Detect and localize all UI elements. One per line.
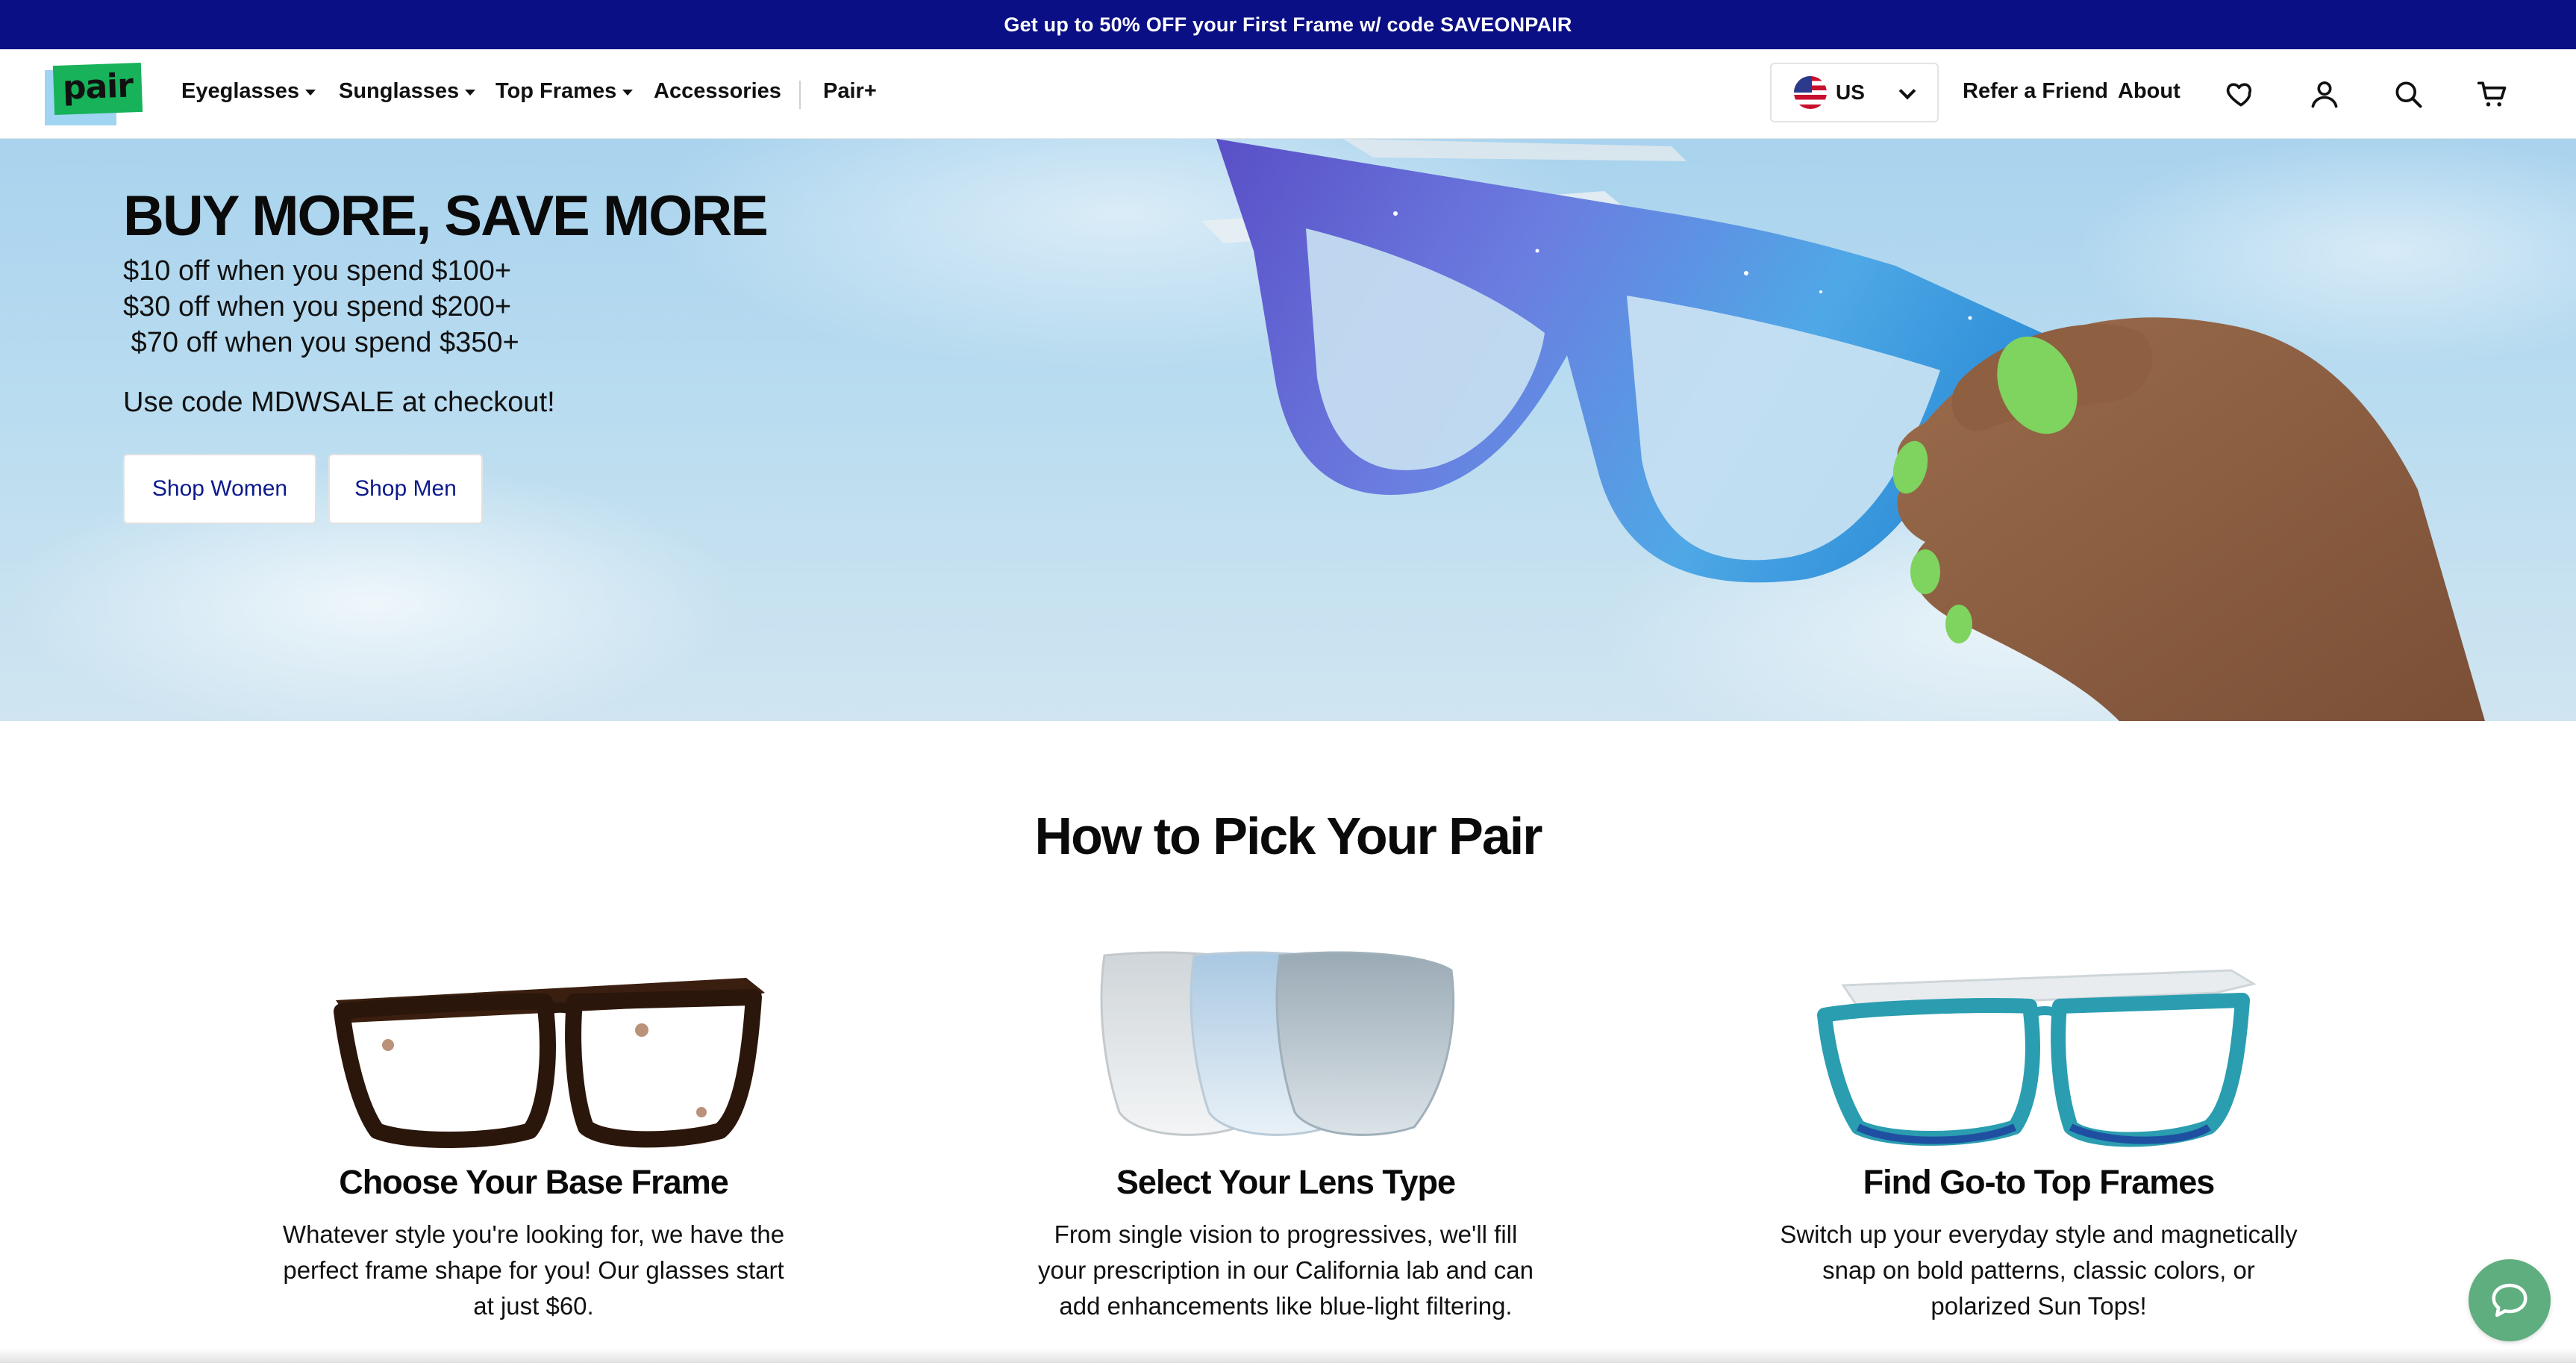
about-link[interactable]: About	[2118, 79, 2180, 104]
wishlist-button[interactable]	[2223, 76, 2259, 112]
nav-pair-plus[interactable]: Pair+	[823, 79, 877, 104]
hero-code-line: Use code MDWSALE at checkout!	[123, 387, 555, 418]
search-button[interactable]	[2390, 76, 2426, 112]
us-flag-icon	[1794, 76, 1827, 109]
card-desc-base-frame: Whatever style you're looking for, we ha…	[282, 1220, 785, 1320]
shop-women-button[interactable]: Shop Women	[123, 454, 316, 524]
card-title-base-frame: Choose Your Base Frame	[339, 1163, 729, 1201]
card-title-top-frames: Find Go-to Top Frames	[1863, 1163, 2216, 1201]
bottom-shadow	[0, 1348, 2576, 1363]
shop-men-label: Shop Men	[354, 476, 457, 501]
nav-accessories[interactable]: Accessories	[654, 79, 781, 104]
card-desc-lens-type: From single vision to progressives, we'l…	[1037, 1220, 1534, 1320]
user-icon	[2311, 81, 2338, 108]
hero-offer-line: $10 off when you spend $100+	[123, 255, 512, 287]
nav-top-frames[interactable]: Top Frames	[495, 79, 634, 104]
hero-banner: BUY MORE, SAVE MORE $10 off when you spe…	[0, 139, 2576, 721]
main-nav: pair Eyeglasses Sunglasses Top Frames Ac…	[0, 49, 2576, 139]
refer-a-friend-link[interactable]: Refer a Friend	[1963, 79, 2108, 104]
nav-top-frames-label: Top Frames	[495, 79, 617, 103]
hero-offer-line: $70 off when you spend $350+	[123, 327, 519, 358]
chevron-down-icon	[465, 89, 476, 96]
refer-label: Refer a Friend	[1963, 79, 2108, 103]
cart-button[interactable]	[2475, 76, 2510, 112]
nav-eyeglasses[interactable]: Eyeglasses	[181, 79, 316, 104]
about-label: About	[2118, 79, 2180, 103]
nav-accessories-label: Accessories	[654, 79, 781, 103]
card-desc-top-frames: Switch up your everyday style and magnet…	[1780, 1220, 2298, 1320]
promo-banner[interactable]: Get up to 50% OFF your First Frame w/ co…	[0, 0, 2576, 49]
chat-bubble-icon	[2492, 1283, 2527, 1317]
card-title-lens-type: Select Your Lens Type	[1116, 1163, 1456, 1201]
hero-offer-line: $30 off when you spend $200+	[123, 291, 512, 322]
nav-sunglasses-label: Sunglasses	[339, 79, 460, 103]
hero-title: BUY MORE, SAVE MORE	[123, 184, 769, 248]
chevron-down-icon	[305, 89, 316, 96]
pair-logo[interactable]: pair	[45, 62, 143, 125]
country-code: US	[1836, 81, 1865, 104]
nav-divider	[799, 81, 801, 109]
shop-men-button[interactable]: Shop Men	[328, 454, 483, 524]
cart-icon	[2477, 81, 2507, 107]
shop-women-label: Shop Women	[151, 476, 288, 501]
heart-icon	[2226, 83, 2252, 107]
chat-button[interactable]	[2469, 1259, 2551, 1341]
nav-pair-plus-label: Pair+	[823, 79, 877, 103]
chevron-down-icon	[1898, 82, 1916, 100]
logo-wordmark: pair	[62, 66, 134, 107]
nav-eyeglasses-label: Eyeglasses	[181, 79, 300, 103]
lens-types-image[interactable]	[1090, 941, 1478, 1172]
search-icon	[2395, 81, 2422, 108]
base-frame-image[interactable]	[328, 941, 769, 1172]
promo-text: Get up to 50% OFF your First Frame w/ co…	[1004, 13, 1572, 36]
nav-sunglasses[interactable]: Sunglasses	[339, 79, 476, 104]
account-button[interactable]	[2307, 76, 2342, 112]
logo-front-square: pair	[52, 62, 143, 116]
chevron-down-icon	[622, 89, 634, 96]
hero-glasses-hand-image	[1201, 139, 2485, 721]
section-title: How to Pick Your Pair	[1034, 807, 1543, 865]
top-frame-image[interactable]	[1813, 941, 2261, 1172]
country-selector[interactable]: US	[1770, 63, 1939, 122]
